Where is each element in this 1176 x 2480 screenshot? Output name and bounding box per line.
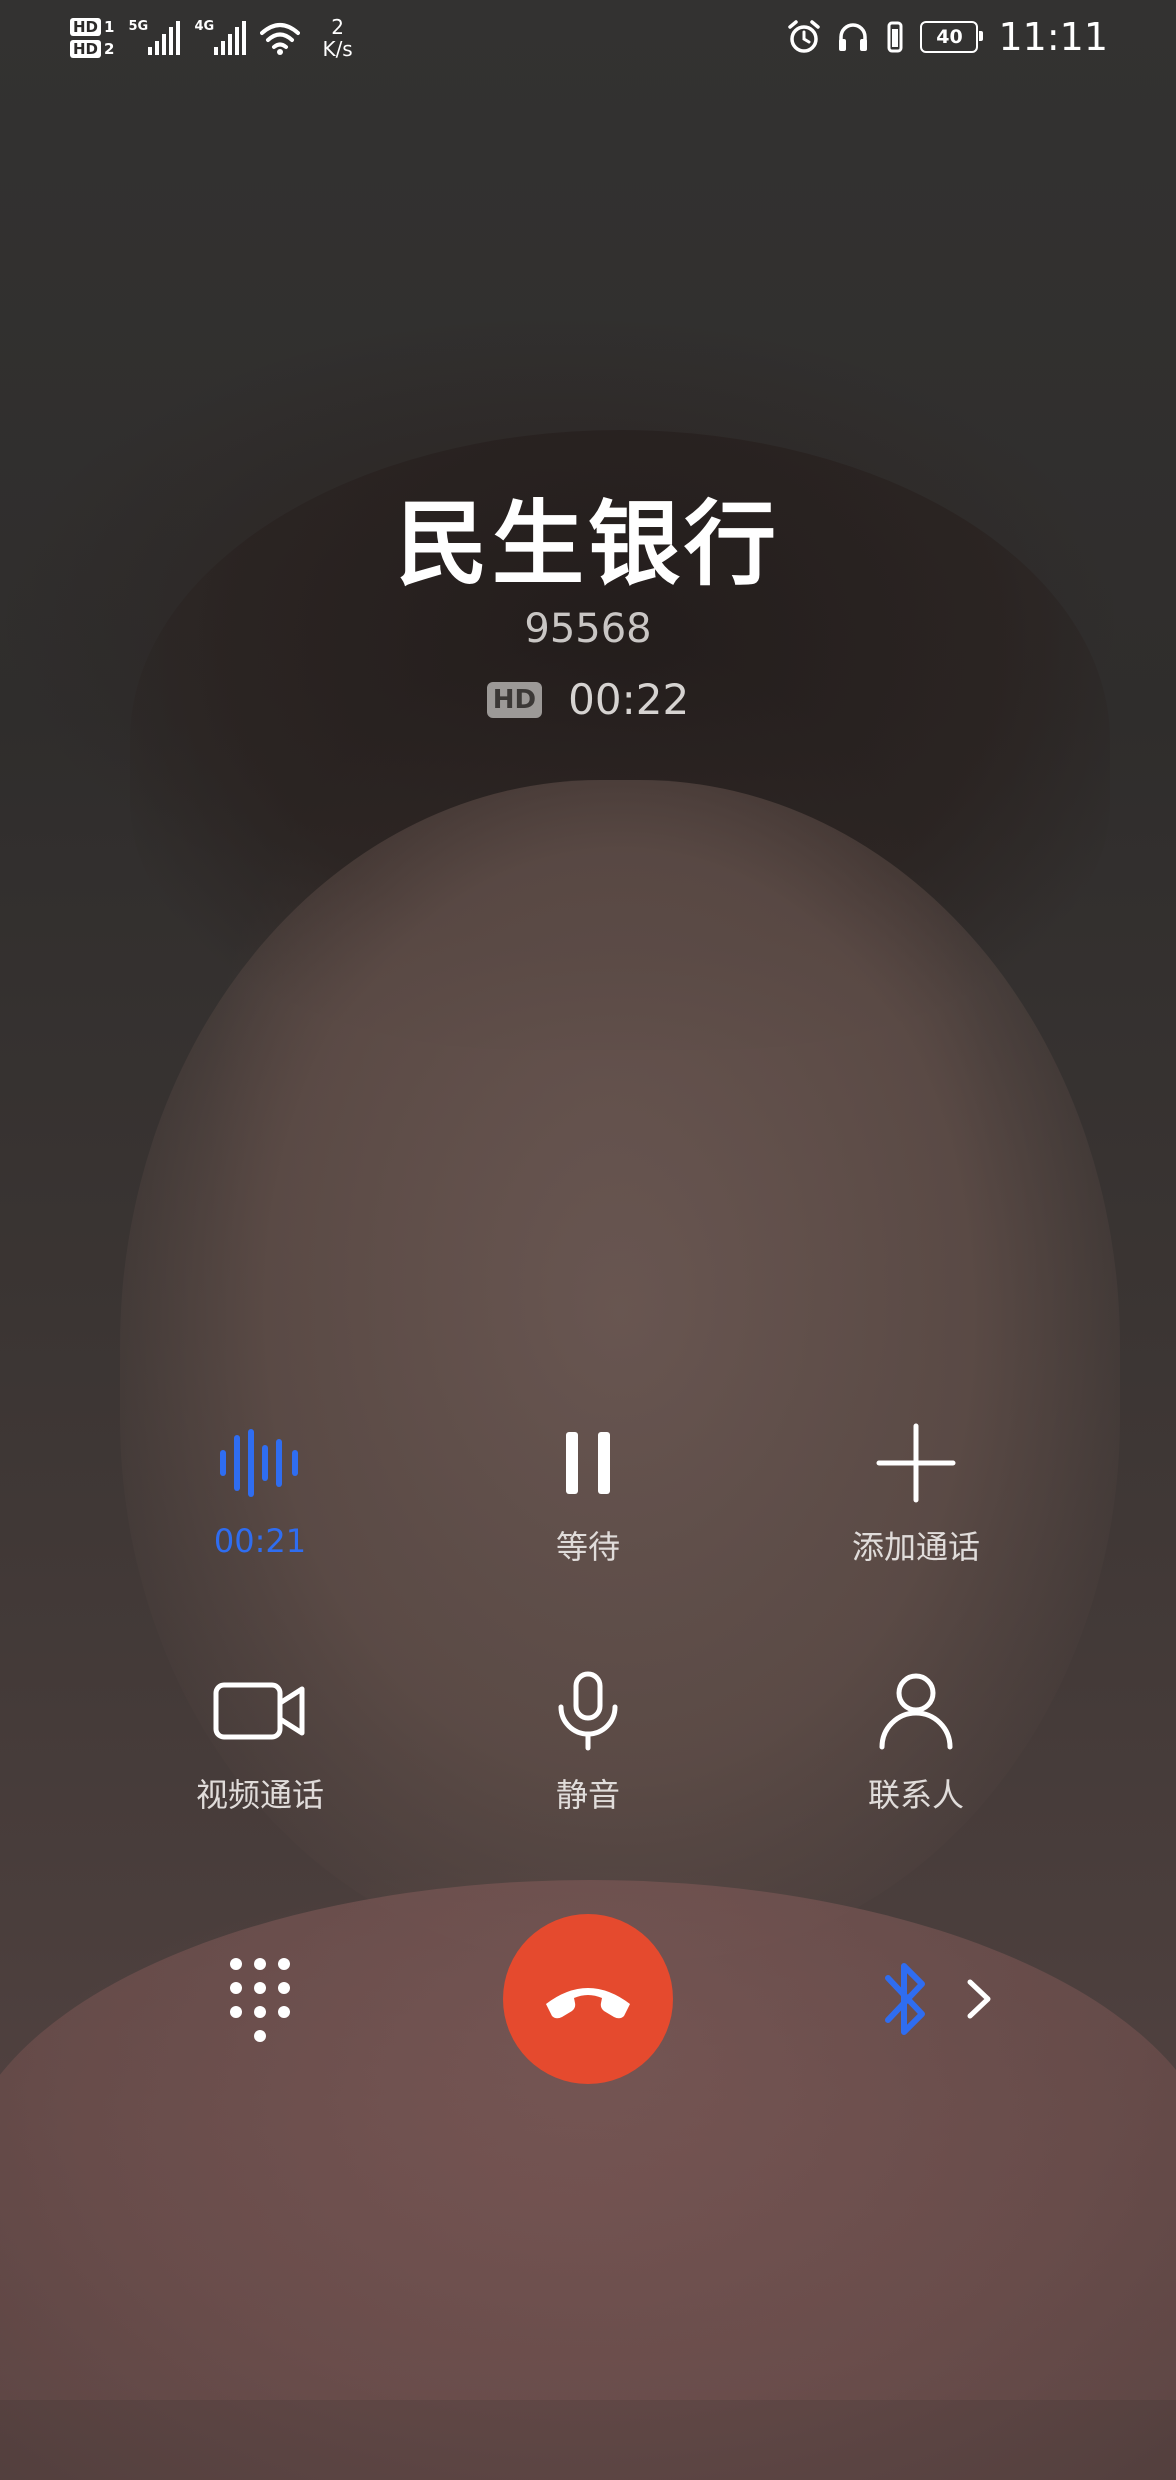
volte-indicators: HD 1 HD 2	[70, 18, 114, 58]
hold-button[interactable]: 等待	[423, 1418, 753, 1588]
signal-sim2-icon: 4G	[194, 19, 247, 55]
caller-number: 95568	[524, 606, 652, 652]
status-left: HD 1 HD 2 5G 4G 2 K/s	[70, 8, 353, 68]
battery-level: 40	[936, 26, 963, 48]
plus-icon	[866, 1418, 966, 1508]
hold-label: 等待	[555, 1528, 620, 1566]
chevron-right-icon	[967, 1979, 991, 2019]
dialpad-icon	[230, 1958, 290, 2042]
status-time: 11:11	[998, 15, 1108, 59]
alarm-icon	[788, 20, 821, 53]
network-speed-value: 2	[331, 15, 344, 39]
bluetooth-audio-button[interactable]	[876, 1944, 1026, 2054]
mute-label: 静音	[555, 1776, 620, 1814]
dialpad-button[interactable]	[220, 1952, 300, 2052]
video-call-button[interactable]: 视频通话	[95, 1666, 425, 1836]
volte-hd-2: HD	[70, 40, 102, 58]
volte-hd-1: HD	[70, 18, 102, 36]
battery-icon: 40	[920, 21, 984, 53]
add-call-label: 添加通话	[851, 1528, 980, 1566]
network-speed-unit: K/s	[322, 37, 353, 61]
add-call-button[interactable]: 添加通话	[751, 1418, 1081, 1588]
video-camera-icon	[210, 1666, 310, 1756]
network-type-2: 4G	[194, 19, 215, 34]
status-bar: HD 1 HD 2 5G 4G 2 K/s 40 11:11	[0, 0, 1176, 78]
call-status: HD 00:22	[0, 675, 1176, 724]
mute-button[interactable]: 静音	[423, 1666, 753, 1836]
vibrate-icon	[887, 21, 903, 53]
call-duration: 00:22	[568, 675, 690, 724]
hd-call-badge: HD	[486, 681, 543, 718]
microphone-icon	[538, 1666, 638, 1756]
record-button[interactable]: 00:21	[95, 1418, 425, 1588]
record-time-label: 00:21	[213, 1522, 307, 1560]
contacts-button[interactable]: 联系人	[751, 1666, 1081, 1836]
sim-1-number: 1	[104, 18, 115, 36]
video-call-label: 视频通话	[195, 1776, 324, 1814]
wifi-icon	[260, 23, 301, 55]
contacts-label: 联系人	[867, 1776, 964, 1814]
network-type-1: 5G	[128, 19, 149, 34]
end-call-button[interactable]	[503, 1914, 673, 2084]
signal-sim1-icon: 5G	[128, 19, 181, 55]
bluetooth-icon	[885, 1963, 925, 2035]
network-speed: 2 K/s	[322, 16, 352, 60]
sim-2-number: 2	[104, 40, 115, 58]
headphones-icon	[839, 23, 868, 51]
sound-wave-icon	[210, 1418, 310, 1508]
person-icon	[866, 1666, 966, 1756]
pause-icon	[538, 1418, 638, 1508]
phone-hangup-icon	[546, 1988, 630, 2019]
status-right: 40 11:11	[786, 12, 1108, 62]
caller-name: 民生银行	[395, 491, 780, 598]
